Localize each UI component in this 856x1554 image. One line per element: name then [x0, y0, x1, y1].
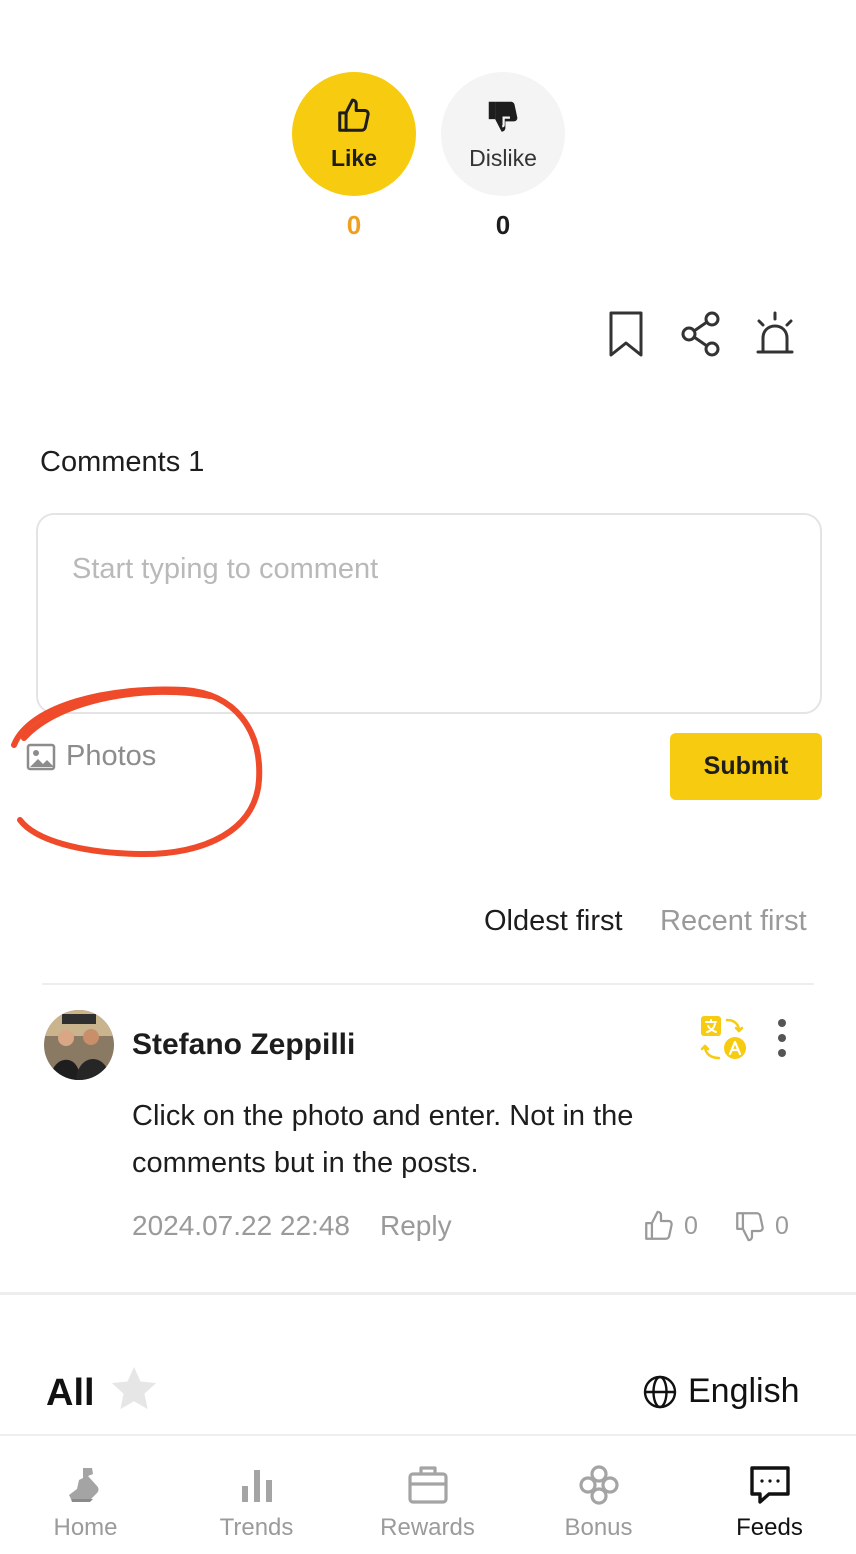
- thumbs-down-icon: [736, 1212, 764, 1242]
- dislike-count: 0: [495, 210, 511, 240]
- like-label: Like: [330, 144, 378, 171]
- comment-dislike-count: 0: [775, 1211, 789, 1240]
- tab-trends-label: Trends: [219, 1514, 294, 1541]
- comment-input[interactable]: [36, 513, 822, 714]
- sort-oldest-first[interactable]: Oldest first: [484, 905, 623, 938]
- tab-bonus[interactable]: Bonus: [513, 1436, 684, 1554]
- like-count: 0: [346, 210, 362, 240]
- filter-all-label[interactable]: All: [46, 1372, 95, 1415]
- photos-label: Photos: [66, 740, 157, 772]
- avatar[interactable]: [44, 1010, 114, 1080]
- thumbs-down-icon: [488, 101, 518, 132]
- rewards-icon: [407, 1466, 448, 1504]
- tab-home[interactable]: Home: [0, 1436, 171, 1554]
- translate-icon[interactable]: [697, 1012, 749, 1062]
- photos-button[interactable]: Photos: [26, 740, 156, 773]
- bottom-tab-bar: Home Trends Rewards Bonus Feeds: [0, 1434, 856, 1554]
- thumbs-up-icon: [645, 1210, 673, 1240]
- comment-author: Stefano Zeppilli: [132, 1028, 356, 1061]
- like-button[interactable]: Like: [292, 72, 416, 196]
- star-icon[interactable]: [108, 1363, 160, 1415]
- bookmark-icon[interactable]: [601, 308, 651, 360]
- dislike-label: Dislike: [469, 144, 537, 171]
- feeds-icon: [749, 1466, 790, 1504]
- comment-dislike-button[interactable]: 0: [733, 1208, 789, 1244]
- share-icon[interactable]: [676, 308, 726, 360]
- globe-icon: [643, 1375, 677, 1408]
- comment-like-button[interactable]: 0: [642, 1208, 698, 1244]
- tab-trends[interactable]: Trends: [171, 1436, 342, 1554]
- language-label: English: [688, 1372, 800, 1410]
- comment-timestamp: 2024.07.22 22:48: [132, 1210, 350, 1241]
- comment-like-count: 0: [684, 1211, 698, 1240]
- alert-icon[interactable]: [750, 308, 800, 360]
- section-divider: [0, 1292, 856, 1295]
- tab-bonus-label: Bonus: [564, 1514, 633, 1541]
- dislike-button[interactable]: Dislike: [441, 72, 565, 196]
- bonus-icon: [578, 1465, 619, 1505]
- tab-rewards[interactable]: Rewards: [342, 1436, 513, 1554]
- language-selector[interactable]: English: [642, 1372, 800, 1411]
- reply-button[interactable]: Reply: [380, 1210, 452, 1242]
- tab-home-label: Home: [53, 1514, 118, 1541]
- tab-feeds-label: Feeds: [736, 1514, 803, 1541]
- trends-icon: [241, 1470, 272, 1502]
- home-icon: [68, 1468, 98, 1502]
- more-options-icon[interactable]: [768, 1015, 796, 1061]
- tab-feeds[interactable]: Feeds: [684, 1436, 855, 1554]
- image-icon: [26, 743, 56, 770]
- submit-button[interactable]: Submit: [670, 733, 822, 800]
- divider: [42, 983, 814, 985]
- sort-recent-first[interactable]: Recent first: [660, 905, 807, 938]
- comments-title: Comments 1: [40, 446, 205, 478]
- tab-rewards-label: Rewards: [380, 1514, 475, 1541]
- thumbs-up-icon: [338, 98, 370, 132]
- comment-text: Click on the photo and enter. Not in the…: [132, 1100, 634, 1179]
